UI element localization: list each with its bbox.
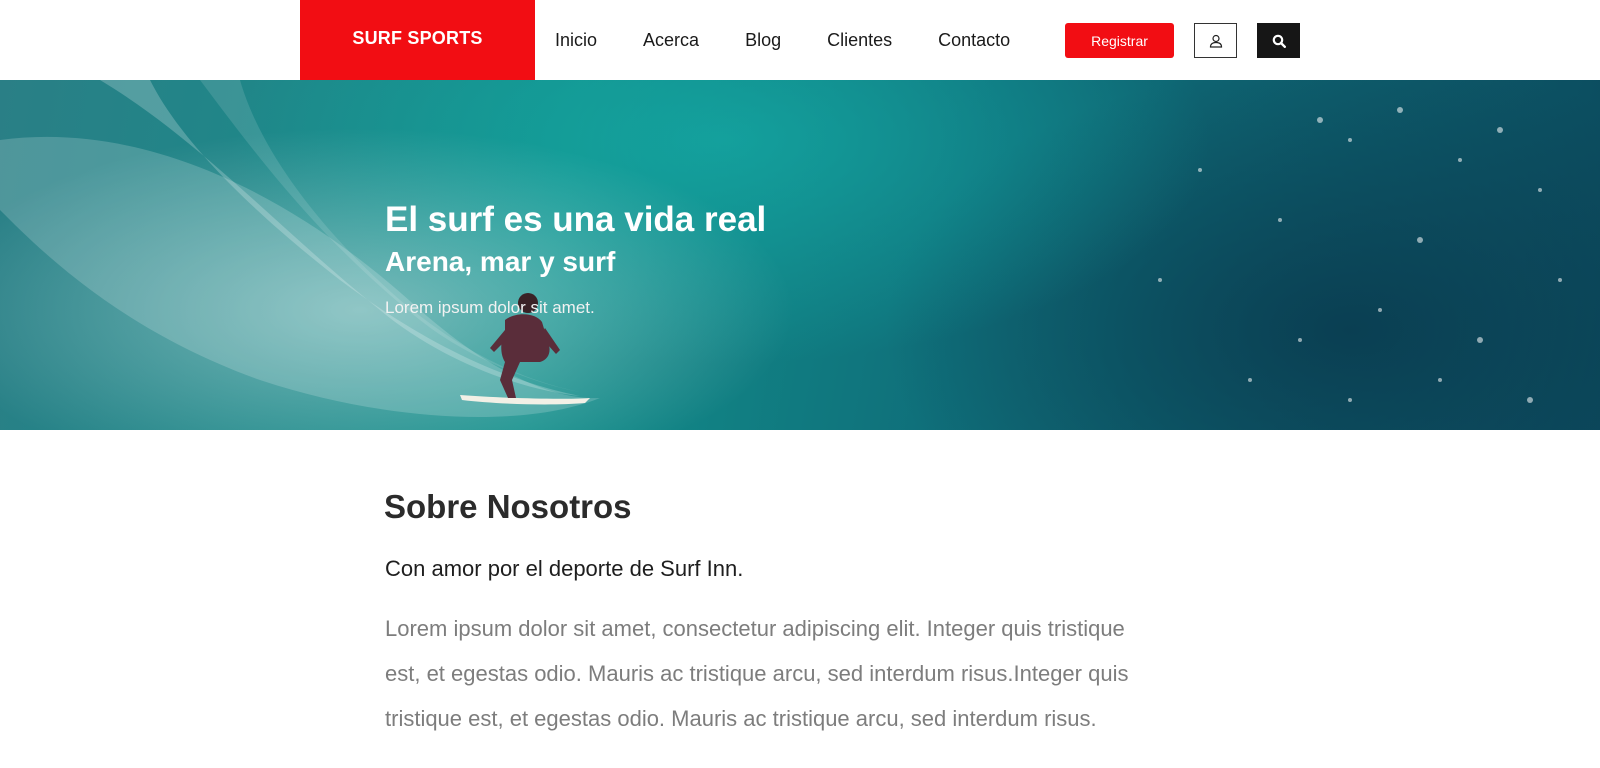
nav-item-contacto[interactable]: Contacto	[938, 30, 1010, 51]
hero-surfer-image	[0, 80, 1562, 418]
user-account-button[interactable]	[1194, 23, 1237, 58]
about-heading: Sobre Nosotros	[384, 488, 632, 525]
hero-description: Lorem ipsum dolor sit amet.	[385, 298, 595, 317]
hero-banner	[0, 80, 1600, 430]
search-button[interactable]	[1257, 23, 1300, 58]
about-lead: Con amor por el deporte de Surf Inn.	[385, 556, 744, 581]
main-nav: Inicio Acerca Blog Clientes Contacto	[555, 0, 1056, 80]
nav-item-blog[interactable]: Blog	[745, 30, 781, 51]
register-button[interactable]: Registrar	[1065, 23, 1174, 58]
about-section: Sobre Nosotros Con amor por el deporte d…	[384, 488, 1144, 741]
site-header: SURF SPORTS Inicio Acerca Blog Clientes …	[0, 0, 1600, 80]
about-body: Lorem ipsum dolor sit amet, consectetur …	[385, 616, 1129, 731]
nav-item-acerca[interactable]: Acerca	[643, 30, 699, 51]
search-icon	[1272, 34, 1286, 48]
nav-item-clientes[interactable]: Clientes	[827, 30, 892, 51]
brand-logo[interactable]: SURF SPORTS	[300, 0, 535, 80]
user-icon	[1209, 34, 1222, 48]
hero-title: El surf es una vida real	[385, 200, 767, 239]
hero-subtitle: Arena, mar y surf	[385, 246, 616, 277]
nav-item-inicio[interactable]: Inicio	[555, 30, 597, 51]
